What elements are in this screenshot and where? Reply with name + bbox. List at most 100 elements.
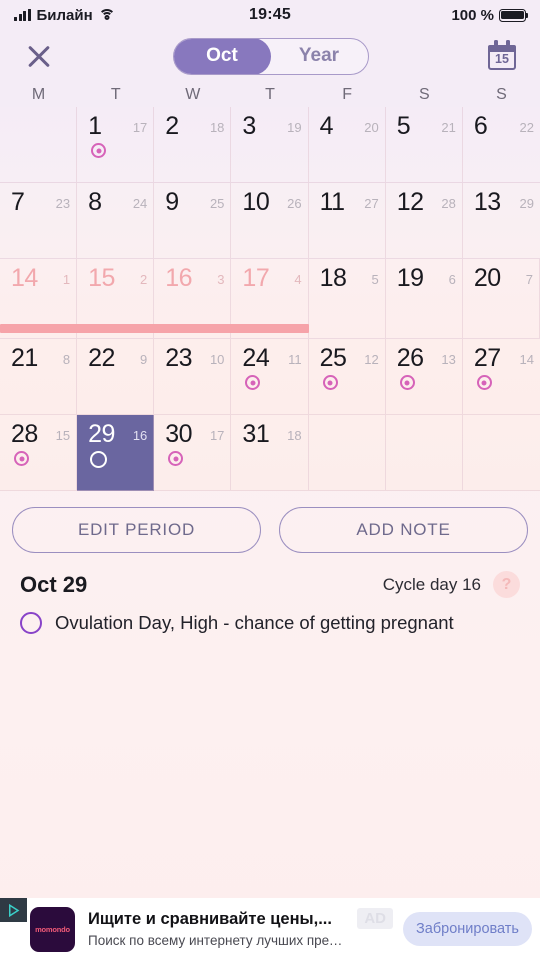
calendar-day-cell[interactable]: 8 24 [77,183,155,259]
cycle-day-number: 19 [287,120,302,135]
calendar-day-cell[interactable]: 11 27 [308,183,386,259]
day-number: 27 [473,344,501,372]
calendar-day-cell[interactable]: 20 7 [462,259,540,339]
calendar-day-cell[interactable]: 9 25 [154,183,232,259]
day-info-header: Oct 29 Cycle day 16 ? [20,571,520,598]
day-number: 19 [396,264,424,292]
ovulation-ring-icon [20,612,42,634]
edit-period-button[interactable]: EDIT PERIOD [12,507,261,553]
calendar-day-cell[interactable]: 18 5 [308,259,386,339]
battery-percent-label: 100 % [451,6,495,24]
calendar-day-cell[interactable]: 31 18 [231,415,309,491]
day-number: 4 [319,112,334,140]
add-note-button[interactable]: ADD NOTE [279,507,528,553]
calendar-day-cell[interactable]: 1 17 [77,107,155,183]
calendar-day-cell[interactable]: 26 13 [385,339,463,415]
cycle-day-number: 14 [519,352,534,367]
help-icon[interactable]: ? [493,571,520,598]
ad-banner[interactable]: momondo Ищите и сравнивайте цены,... Пои… [0,898,540,960]
toggle-option-month[interactable]: Oct [174,38,271,74]
calendar-day-cell[interactable]: 29 16 [77,415,155,491]
close-icon[interactable] [22,39,56,73]
day-number: 7 [11,188,25,216]
calendar-day-cell[interactable]: 19 6 [385,259,463,339]
calendar-cell-empty [0,107,78,183]
ad-copy: Ищите и сравнивайте цены,... Поиск по вс… [88,910,347,948]
calendar-day-cell[interactable]: 10 26 [231,183,309,259]
weekday-label: F [342,85,353,103]
signal-bars-icon [14,9,31,21]
cycle-day-number: 25 [209,196,225,211]
status-bar-right: 100 % [291,6,529,24]
calendar-icon-day: 15 [495,52,509,66]
ad-title: Ищите и сравнивайте цены,... [88,910,332,928]
calendar-day-cell[interactable]: 4 20 [308,107,386,183]
day-number: 31 [242,420,270,448]
weekday-header: M T W T F S S [0,82,540,107]
day-number: 8 [88,188,102,216]
calendar-day-cell[interactable]: 23 10 [154,339,232,415]
wifi-icon [98,8,116,22]
day-number: 30 [165,420,193,448]
month-year-toggle[interactable]: Oct Year [173,37,369,75]
cycle-day-number: 13 [441,352,456,367]
cycle-day-number: 20 [364,120,379,135]
cycle-day-number: 23 [55,196,71,211]
cycle-day-number: 7 [525,272,533,287]
calendar-cell-empty [462,415,540,491]
calendar-day-cell[interactable]: 5 21 [385,107,463,183]
calendar-day-cell[interactable]: 12 28 [385,183,463,259]
calendar-icon[interactable]: 15 [486,40,518,72]
ad-cta-button[interactable]: Забронировать [403,912,532,946]
cycle-day-number: 3 [217,272,225,287]
cycle-day-number: 18 [209,120,225,135]
weekday-label: T [265,85,275,103]
ad-advertiser-logo: momondo [30,906,75,952]
fertility-dot-icon [14,451,29,466]
calendar-day-cell[interactable]: 218 [0,339,78,415]
cycle-day-number: 12 [364,352,379,367]
ovulation-circle-icon [90,451,108,468]
day-number: 5 [396,112,411,140]
calendar-week-row: 21 8 22 9 23 10 24 11 25 12 26 13 27 14 [0,339,540,415]
toggle-option-year[interactable]: Year [270,39,368,74]
battery-full-icon [499,8,529,22]
day-number: 2 [165,112,179,140]
status-bar: Билайн 19:45 100 % [0,0,540,30]
ovulation-status-label: Ovulation Day, High - chance of getting … [55,612,454,633]
day-number: 26 [396,344,424,372]
adchoices-icon[interactable] [0,898,27,922]
calendar-week-row: 28 15 29 16 30 17 31 18 [0,415,540,491]
cycle-day-number: 17 [132,120,148,135]
day-number: 13 [473,188,501,216]
day-number: 22 [88,344,115,372]
calendar-cell-empty [308,415,386,491]
fertility-dot-icon [399,375,415,390]
calendar-day-cell[interactable]: 22 9 [77,339,155,415]
calendar-day-cell[interactable]: 6 22 [462,107,540,183]
calendar-cell-empty [385,415,463,491]
calendar-day-cell[interactable]: 13 29 [462,183,540,259]
day-number: 12 [396,188,424,216]
fertility-dot-icon [476,375,492,390]
cycle-day-number: 6 [448,272,456,287]
calendar-day-cell[interactable]: 3 19 [231,107,309,183]
cycle-day-number: 22 [519,120,534,135]
day-number: 1 [88,112,102,140]
weekday-label: W [185,85,201,103]
calendar-day-cell[interactable]: 27 14 [462,339,540,415]
calendar-day-cell[interactable]: 2 18 [154,107,232,183]
calendar-day-cell[interactable]: 24 11 [231,339,309,415]
calendar-day-cell[interactable]: 30 17 [154,415,232,491]
calendar-day-cell[interactable]: 7 23 [0,183,78,259]
cycle-day-number: 18 [287,428,302,443]
weekday-label: S [496,85,507,103]
day-number: 14 [11,264,38,292]
ad-badge: AD [357,908,394,929]
cycle-day-number: 21 [441,120,456,135]
calendar-day-cell[interactable]: 25 12 [308,339,386,415]
status-bar-left: Билайн [14,7,249,24]
calendar-day-cell[interactable]: 28 15 [0,415,78,491]
cycle-day-number: 8 [62,352,71,367]
day-number: 28 [11,420,38,448]
